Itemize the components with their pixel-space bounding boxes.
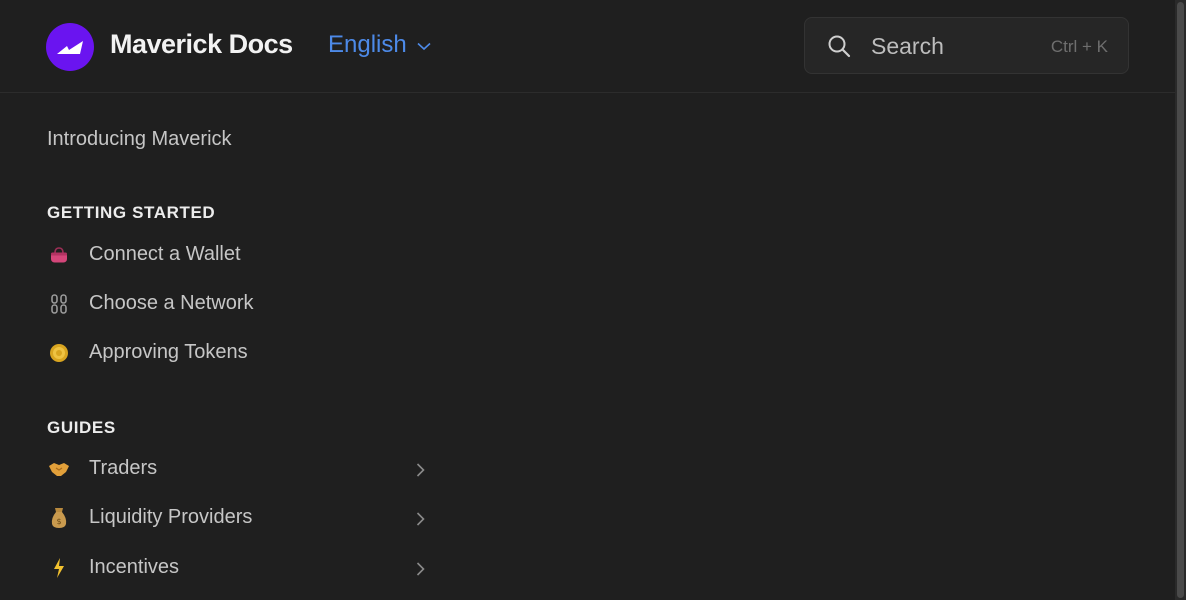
search-shortcut-hint: Ctrl + K — [1050, 37, 1108, 56]
section-title-guides: GUIDES — [47, 418, 116, 437]
nav-link-introducing-maverick[interactable]: Introducing Maverick — [47, 128, 232, 151]
sidebar-item-incentives[interactable]: Incentives — [47, 552, 431, 586]
sidebar-item-traders[interactable]: Traders — [47, 453, 431, 487]
sidebar-item-liquidity-providers[interactable]: $ Liquidity Providers — [47, 502, 431, 536]
sidebar-item-label: Approving Tokens — [89, 341, 248, 363]
sidebar-item-label: Connect a Wallet — [89, 243, 241, 265]
sidebar-item-approving-tokens[interactable]: Approving Tokens — [47, 337, 431, 371]
language-selector[interactable]: English — [328, 31, 431, 59]
top-header: Maverick Docs English Search Ctrl + K — [0, 0, 1175, 93]
sidebar-item-choose-network[interactable]: Choose a Network — [47, 288, 431, 322]
chain-icon — [47, 292, 71, 316]
money-bag-icon: $ — [47, 506, 71, 530]
page-scrollbar[interactable] — [1175, 0, 1186, 600]
sidebar-item-label: Traders — [89, 457, 158, 479]
scrollbar-thumb[interactable] — [1177, 2, 1184, 598]
sidebar-item-connect-wallet[interactable]: Connect a Wallet — [47, 239, 431, 273]
sidebar-nav: Introducing Maverick GETTING STARTED Con… — [0, 93, 440, 600]
sidebar-item-label: Incentives — [89, 556, 180, 578]
sidebar-item-label: Choose a Network — [89, 292, 254, 314]
section-title-getting-started: GETTING STARTED — [47, 203, 216, 222]
search-icon — [828, 35, 851, 58]
maverick-logo-icon[interactable] — [46, 23, 94, 71]
site-title[interactable]: Maverick Docs — [110, 29, 293, 60]
handshake-icon — [47, 457, 71, 481]
search-box[interactable]: Search Ctrl + K — [804, 17, 1129, 74]
chevron-right-icon — [416, 463, 425, 477]
purse-icon — [47, 243, 71, 267]
coin-icon — [47, 341, 71, 365]
sidebar-item-label: Liquidity Providers — [89, 506, 253, 528]
chevron-right-icon — [416, 512, 425, 526]
lightning-icon — [47, 556, 71, 580]
chevron-right-icon — [416, 562, 425, 576]
chevron-down-icon — [417, 42, 431, 51]
svg-text:$: $ — [56, 517, 61, 526]
language-label: English — [328, 31, 407, 58]
search-placeholder: Search — [871, 33, 944, 59]
